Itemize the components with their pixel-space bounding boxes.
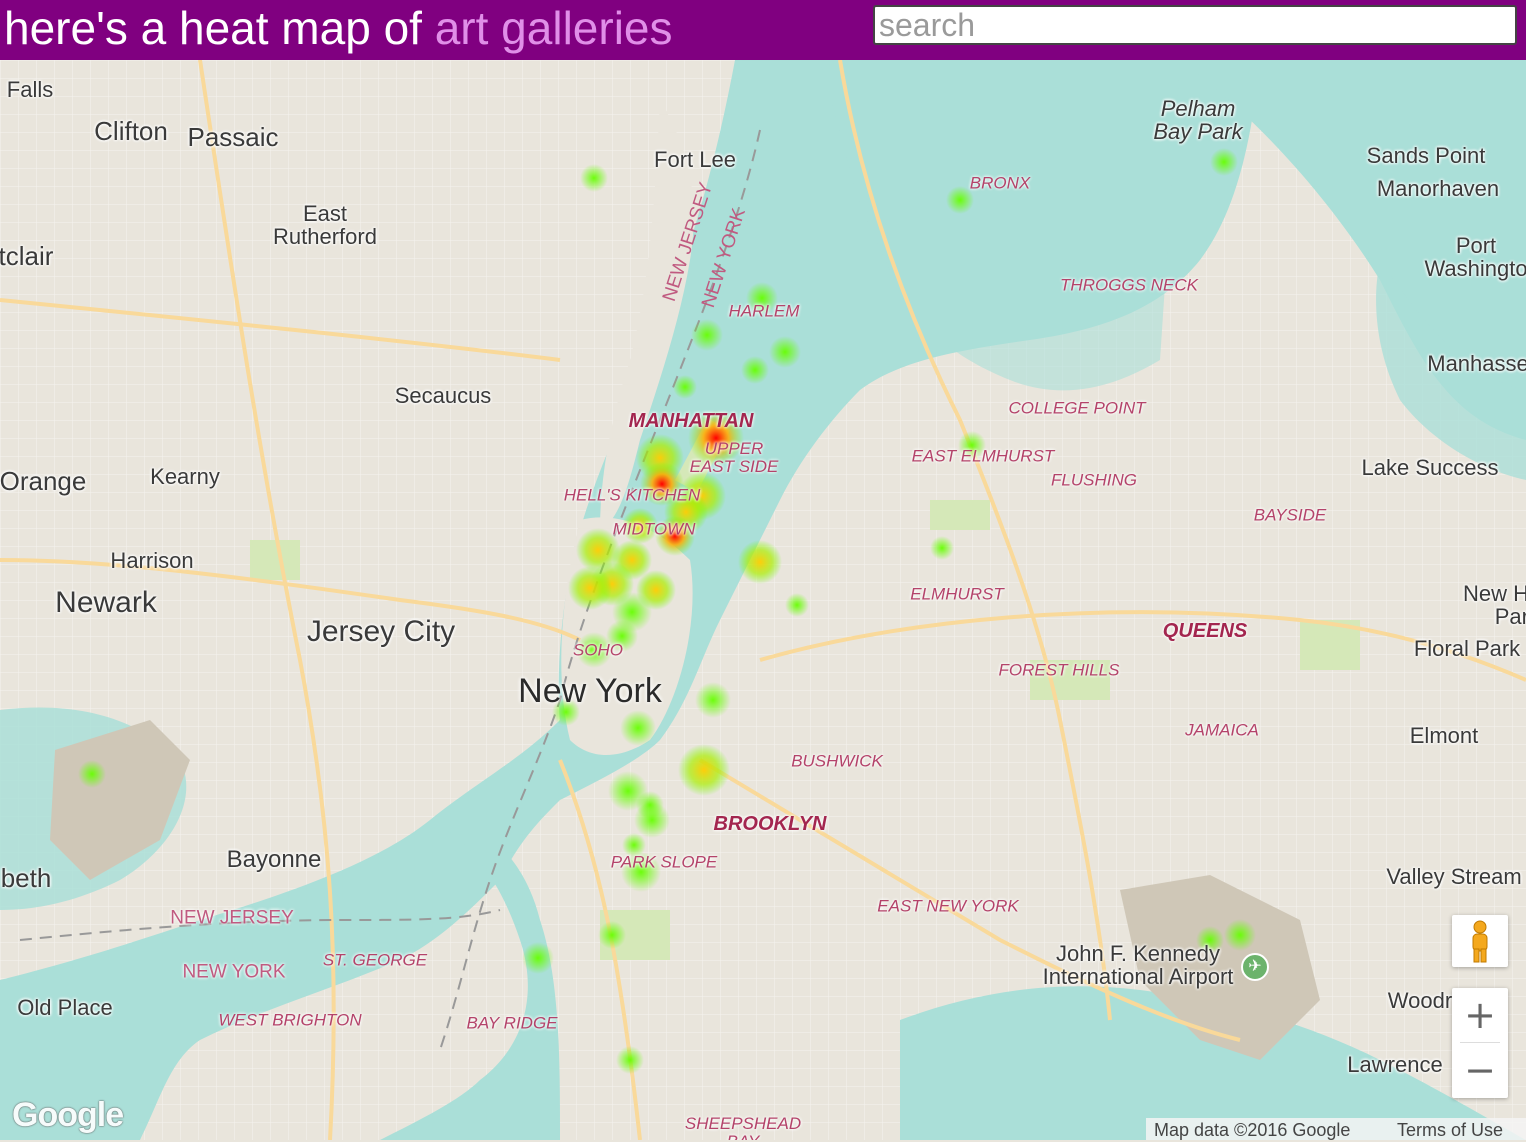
map-label-new-jersey-state: NEW JERSEY xyxy=(170,907,294,929)
map-label-college-point: COLLEGE POINT xyxy=(1008,398,1146,418)
map-label-floral-park: Floral Park xyxy=(1413,636,1521,661)
map-label-orange: Orange xyxy=(0,466,87,496)
map-label-east-elmhurst: EAST ELMHURST xyxy=(911,446,1055,466)
header-bar: here's a heat map of art galleries xyxy=(0,0,1526,60)
map-label-jfk-airport: John F. Kennedy International Airport xyxy=(1042,940,1234,989)
zoom-out-button[interactable]: − xyxy=(1452,1043,1508,1098)
map-label-kearny: Kearny xyxy=(150,464,220,489)
heat-point xyxy=(769,336,801,368)
map-label-valley-stream: Valley Stream xyxy=(1386,864,1522,889)
map-label-manhasset: Manhasse xyxy=(1427,351,1526,376)
map-data-text: Map data ©2016 Google xyxy=(1154,1120,1351,1140)
map-label-queens: QUEENS xyxy=(1162,620,1248,642)
terms-of-use-link[interactable]: Terms of Use xyxy=(1397,1118,1503,1142)
heat-point xyxy=(580,164,608,192)
map-label-elmhurst: ELMHURST xyxy=(910,584,1004,604)
map-label-new-york-state: NEW YORK xyxy=(182,961,286,983)
map-label-forest-hills: FOREST HILLS xyxy=(998,660,1120,680)
page-title: here's a heat map of art galleries xyxy=(4,2,673,54)
map-label-pelham-bay-park: Pelham Bay Park xyxy=(1153,95,1243,144)
map-label-passaic: Passaic xyxy=(187,122,279,152)
map-label-clifton: Clifton xyxy=(94,116,168,146)
map-label-bay-ridge: BAY RIDGE xyxy=(466,1013,558,1033)
map-label-harlem: HARLEM xyxy=(728,301,800,321)
title-prefix: here's a heat map of xyxy=(4,2,435,54)
map-label-midtown: MIDTOWN xyxy=(612,519,696,539)
heat-point xyxy=(620,710,656,746)
map-label-elmont: Elmont xyxy=(1409,723,1479,748)
map-label-jamaica: JAMAICA xyxy=(1185,720,1259,740)
map-label-east-rutherford: East Rutherford xyxy=(273,200,377,249)
map-label-secaucus: Secaucus xyxy=(394,383,492,408)
map-label-throggs-neck: THROGGS NECK xyxy=(1060,275,1198,295)
heat-point xyxy=(1210,148,1238,176)
heat-point xyxy=(673,375,697,399)
map-label-manhattan: MANHATTAN xyxy=(628,410,754,432)
heat-point xyxy=(634,802,670,838)
heat-point xyxy=(78,760,106,788)
map-label-fort-lee: Fort Lee xyxy=(654,147,736,172)
map-label-lawrence: Lawrence xyxy=(1347,1052,1443,1077)
map-canvas[interactable]: Falls Clifton Passaic Fort Lee East Ruth… xyxy=(0,60,1526,1140)
map-label-bayonne: Bayonne xyxy=(226,846,322,873)
map-label-jersey-city: Jersey City xyxy=(306,615,456,648)
map-label-elizabeth: beth xyxy=(0,863,52,893)
map-label-flushing: FLUSHING xyxy=(1051,470,1137,490)
map-label-bronx: BRONX xyxy=(969,173,1031,193)
heat-point xyxy=(568,566,612,610)
heat-point xyxy=(741,356,769,384)
pegman-icon xyxy=(1472,920,1488,963)
street-view-pegman[interactable] xyxy=(1452,915,1508,967)
heat-point xyxy=(616,1046,644,1074)
map-label-brooklyn: BROOKLYN xyxy=(713,813,827,835)
map-label-park-slope: PARK SLOPE xyxy=(610,852,718,872)
google-logo[interactable]: Google xyxy=(12,1096,124,1135)
airport-icon: ✈ xyxy=(1241,953,1269,981)
map-label-manorhaven: Manorhaven xyxy=(1376,176,1500,201)
map-label-west-brighton: WEST BRIGHTON xyxy=(218,1010,362,1030)
heat-point xyxy=(785,593,809,617)
zoom-in-button[interactable]: + xyxy=(1452,988,1508,1043)
map-label-hells-kitchen: HELL'S KITCHEN xyxy=(563,485,701,505)
map-label-soho: SOHO xyxy=(572,640,624,660)
map-label-new-hyde-park: New H Par xyxy=(1462,580,1526,629)
heat-point xyxy=(678,744,730,796)
map-label-upper-east-side: UPPER EAST SIDE xyxy=(689,439,779,476)
title-highlight: art galleries xyxy=(434,2,673,54)
map-label-bayside: BAYSIDE xyxy=(1253,505,1327,525)
map-label-woodmere: Woodr xyxy=(1387,988,1453,1013)
map-label-sands-point: Sands Point xyxy=(1366,143,1486,168)
map-label-port-washington: Port Washingto xyxy=(1424,232,1526,281)
heat-point xyxy=(522,942,554,974)
map-label-old-place: Old Place xyxy=(17,995,113,1020)
zoom-control: + − xyxy=(1452,988,1508,1098)
map-label-bushwick: BUSHWICK xyxy=(791,751,883,771)
map-label-east-new-york: EAST NEW YORK xyxy=(877,896,1019,916)
map-label-harrison: Harrison xyxy=(110,548,194,573)
map-label-newark: Newark xyxy=(55,586,157,619)
heat-point xyxy=(695,682,731,718)
heat-point xyxy=(691,319,723,351)
map-label-falls: Falls xyxy=(6,77,54,102)
attribution-bar: Map data ©2016 Google Terms of Use xyxy=(1146,1118,1526,1140)
map-label-lake-success: Lake Success xyxy=(1361,455,1499,480)
heat-point xyxy=(930,536,954,560)
heat-point xyxy=(738,540,782,584)
heat-point xyxy=(598,921,626,949)
map-label-sheepshead-bay: SHEEPSHEAD BAY xyxy=(684,1114,802,1140)
search-input[interactable] xyxy=(873,5,1517,45)
map-label-montclair: tclair xyxy=(0,241,54,271)
map-label-new-york: New York xyxy=(518,672,662,710)
map-label-st-george: ST. GEORGE xyxy=(322,950,428,970)
